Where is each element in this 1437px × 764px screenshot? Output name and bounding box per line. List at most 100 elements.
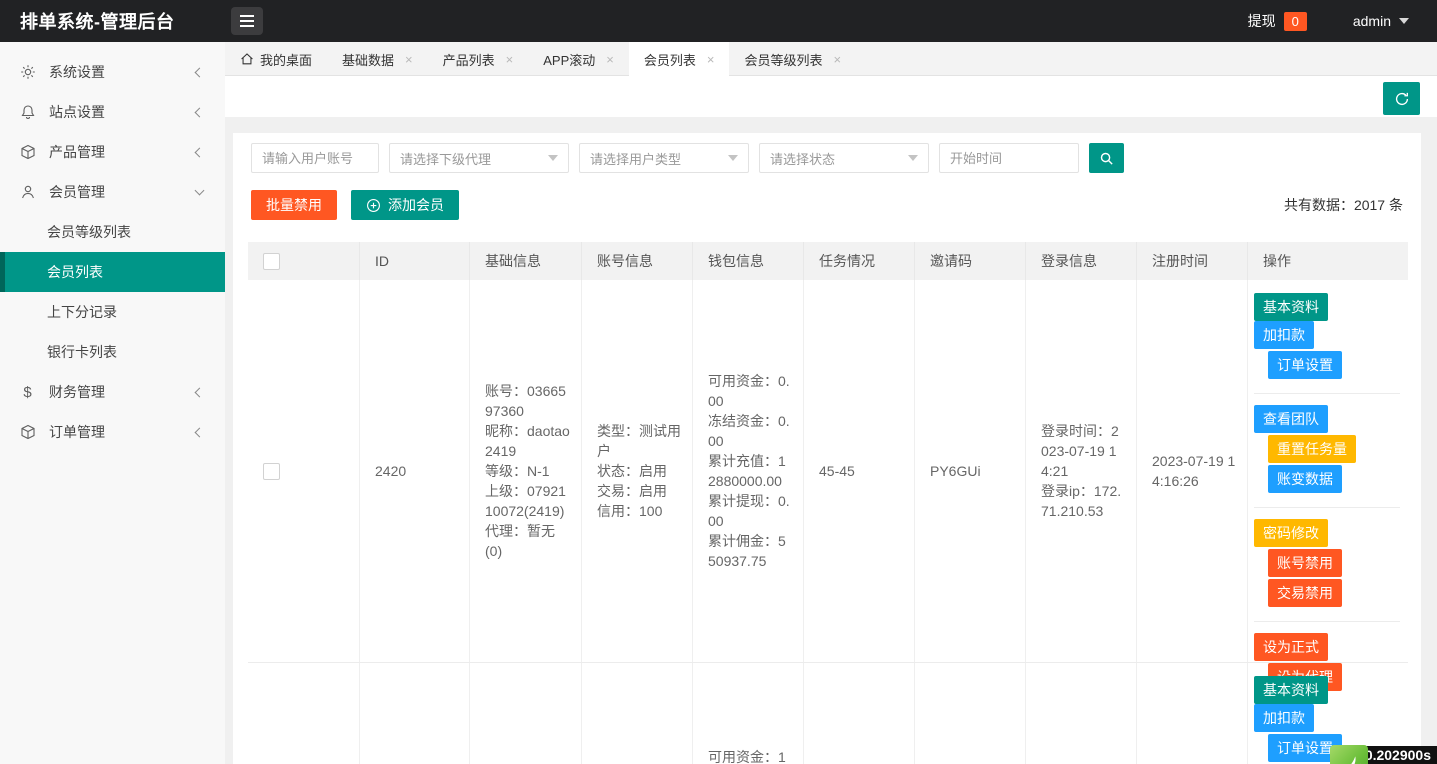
chevron-left-icon xyxy=(194,147,205,157)
tab-member-level-list[interactable]: 会员等级列表 × xyxy=(729,42,856,76)
column-header: 邀请码 xyxy=(915,242,1026,280)
thinkphp-trace-icon[interactable] xyxy=(1330,745,1368,764)
sidebar-item-label: 系统设置 xyxy=(49,64,105,80)
view-team-button[interactable]: 查看团队 xyxy=(1254,405,1328,433)
register-time-cell: 2023-07-19 14:16:26 xyxy=(1137,280,1248,662)
refresh-button[interactable] xyxy=(1383,82,1420,115)
start-time-input[interactable] xyxy=(950,150,1068,166)
close-icon[interactable]: × xyxy=(833,53,841,66)
order-settings-button[interactable]: 订单设置 xyxy=(1268,351,1342,379)
tab-app-scroll[interactable]: APP滚动 × xyxy=(528,42,629,76)
sidebar-item-label: 产品管理 xyxy=(49,144,105,160)
sidebar-item-updown-records[interactable]: 上下分记录 xyxy=(0,292,225,332)
sidebar-item-member-level-list[interactable]: 会员等级列表 xyxy=(0,212,225,252)
tab-member-list[interactable]: 会员列表 × xyxy=(628,42,730,76)
top-header: 排单系统-管理后台 提现 0 admin xyxy=(0,0,1437,42)
start-time-field[interactable] xyxy=(939,143,1079,173)
header-right: 提现 0 admin xyxy=(1248,11,1437,31)
status-select-value: 请选择状态 xyxy=(770,151,836,167)
sidebar-item-site-settings[interactable]: 站点设置 xyxy=(0,92,225,132)
user-type-select-value: 请选择用户类型 xyxy=(590,151,682,167)
login-info-cell xyxy=(1026,663,1137,764)
user-type-select[interactable]: 请选择用户类型 xyxy=(579,143,749,173)
close-icon[interactable]: × xyxy=(707,53,715,66)
app-title: 排单系统-管理后台 xyxy=(20,12,175,32)
tab-label: 基础数据 xyxy=(342,52,395,68)
basic-info-cell xyxy=(470,663,582,764)
column-header: 基础信息 xyxy=(470,242,582,280)
batch-disable-button[interactable]: 批量禁用 xyxy=(251,190,337,220)
sidebar-item-label: 站点设置 xyxy=(49,104,105,120)
sidebar-toggle-button[interactable] xyxy=(231,7,263,35)
sidebar-item-system-settings[interactable]: 系统设置 xyxy=(0,52,225,92)
tab-label: APP滚动 xyxy=(543,52,596,68)
account-info-cell: 类型：测试用户 状态：启用 交易：启用 信用：100 xyxy=(582,280,693,662)
sidebar-item-product-management[interactable]: 产品管理 xyxy=(0,132,225,172)
close-icon[interactable]: × xyxy=(506,53,514,66)
column-header: ID xyxy=(360,242,470,280)
column-header: 钱包信息 xyxy=(693,242,804,280)
tab-label: 我的桌面 xyxy=(260,52,313,68)
user-icon xyxy=(19,184,36,201)
gear-icon xyxy=(19,64,36,81)
close-icon[interactable]: × xyxy=(405,53,413,66)
tab-bar: 我的桌面 基础数据 × 产品列表 × APP滚动 × 会员列表 × 会员等级列表… xyxy=(225,42,1437,76)
row-select-cell xyxy=(248,280,360,662)
column-header: 操作 xyxy=(1263,253,1291,269)
close-icon[interactable]: × xyxy=(606,53,614,66)
username: admin xyxy=(1352,13,1391,29)
account-search-field[interactable] xyxy=(251,143,379,173)
user-menu[interactable]: admin xyxy=(1353,13,1409,29)
task-status-cell xyxy=(804,663,915,764)
select-all-checkbox[interactable] xyxy=(263,252,280,270)
sidebar-item-label: 会员管理 xyxy=(49,184,105,200)
account-change-data-button[interactable]: 账变数据 xyxy=(1268,465,1342,493)
column-header: 账号信息 xyxy=(582,242,693,280)
row-actions-cell: 基本资料 加扣款 订单设置 查看团队 重置任务量 账变数据 密码修改 账号禁用 … xyxy=(1248,280,1408,691)
id-cell: 2420 xyxy=(360,280,470,662)
chevron-down-icon xyxy=(908,155,918,161)
tab-my-desktop[interactable]: 我的桌面 xyxy=(225,42,327,76)
set-official-button[interactable]: 设为正式 xyxy=(1254,633,1328,661)
table-header: ID 基础信息 账号信息 钱包信息 任务情况 邀请码 登录信息 注册时间 操作 xyxy=(248,242,1408,280)
column-header: 登录信息 xyxy=(1026,242,1137,280)
sidebar: 系统设置 站点设置 产品管理 会员管理 会员等级列表 会员列表 上下分记录 银行… xyxy=(0,42,225,764)
status-select[interactable]: 请选择状态 xyxy=(759,143,929,173)
home-icon xyxy=(240,52,254,66)
member-list-panel: 请选择下级代理 请选择用户类型 请选择状态 批量禁用 添加会员 共有数据：201… xyxy=(233,133,1421,764)
table-row: 2420 账号：0366597360 昵称：daotao2419 等级：N-1 … xyxy=(248,280,1408,691)
add-deduct-funds-button[interactable]: 加扣款 xyxy=(1254,321,1314,349)
package-icon xyxy=(19,424,36,441)
tab-label: 会员等级列表 xyxy=(744,52,823,68)
row-checkbox[interactable] xyxy=(263,462,280,480)
member-table: ID 基础信息 账号信息 钱包信息 任务情况 邀请码 登录信息 注册时间 操作 … xyxy=(248,242,1408,764)
withdraw-menu-item[interactable]: 提现 0 xyxy=(1248,11,1307,31)
page-toolbar xyxy=(225,76,1437,117)
basic-profile-button[interactable]: 基本资料 xyxy=(1254,676,1328,704)
account-search-input[interactable] xyxy=(262,150,368,166)
sidebar-item-finance-management[interactable]: $ 财务管理 xyxy=(0,372,225,412)
agent-select[interactable]: 请选择下级代理 xyxy=(389,143,569,173)
tab-basic-data[interactable]: 基础数据 × xyxy=(327,42,428,76)
add-deduct-funds-button[interactable]: 加扣款 xyxy=(1254,704,1314,732)
chevron-left-icon xyxy=(194,107,205,117)
invite-code-cell: PY6GUi xyxy=(915,280,1026,662)
sidebar-item-order-management[interactable]: 订单管理 xyxy=(0,412,225,452)
tab-label: 产品列表 xyxy=(442,52,495,68)
sidebar-item-bank-card-list[interactable]: 银行卡列表 xyxy=(0,332,225,372)
invite-code-cell xyxy=(915,663,1026,764)
disable-trading-button[interactable]: 交易禁用 xyxy=(1268,579,1342,607)
tab-product-list[interactable]: 产品列表 × xyxy=(428,42,529,76)
reset-task-count-button[interactable]: 重置任务量 xyxy=(1268,435,1356,463)
sidebar-item-member-management[interactable]: 会员管理 xyxy=(0,172,225,212)
sidebar-item-member-list[interactable]: 会员列表 xyxy=(0,252,225,292)
column-header: 注册时间 xyxy=(1137,242,1248,280)
basic-profile-button[interactable]: 基本资料 xyxy=(1254,293,1328,321)
search-button[interactable] xyxy=(1089,143,1124,173)
add-member-button[interactable]: 添加会员 xyxy=(351,190,459,220)
actions-bar: 批量禁用 添加会员 共有数据：2017 条 xyxy=(251,190,1403,220)
disable-account-button[interactable]: 账号禁用 xyxy=(1268,549,1342,577)
change-password-button[interactable]: 密码修改 xyxy=(1254,519,1328,547)
filter-row: 请选择下级代理 请选择用户类型 请选择状态 xyxy=(233,133,1421,173)
search-icon xyxy=(1100,152,1113,165)
